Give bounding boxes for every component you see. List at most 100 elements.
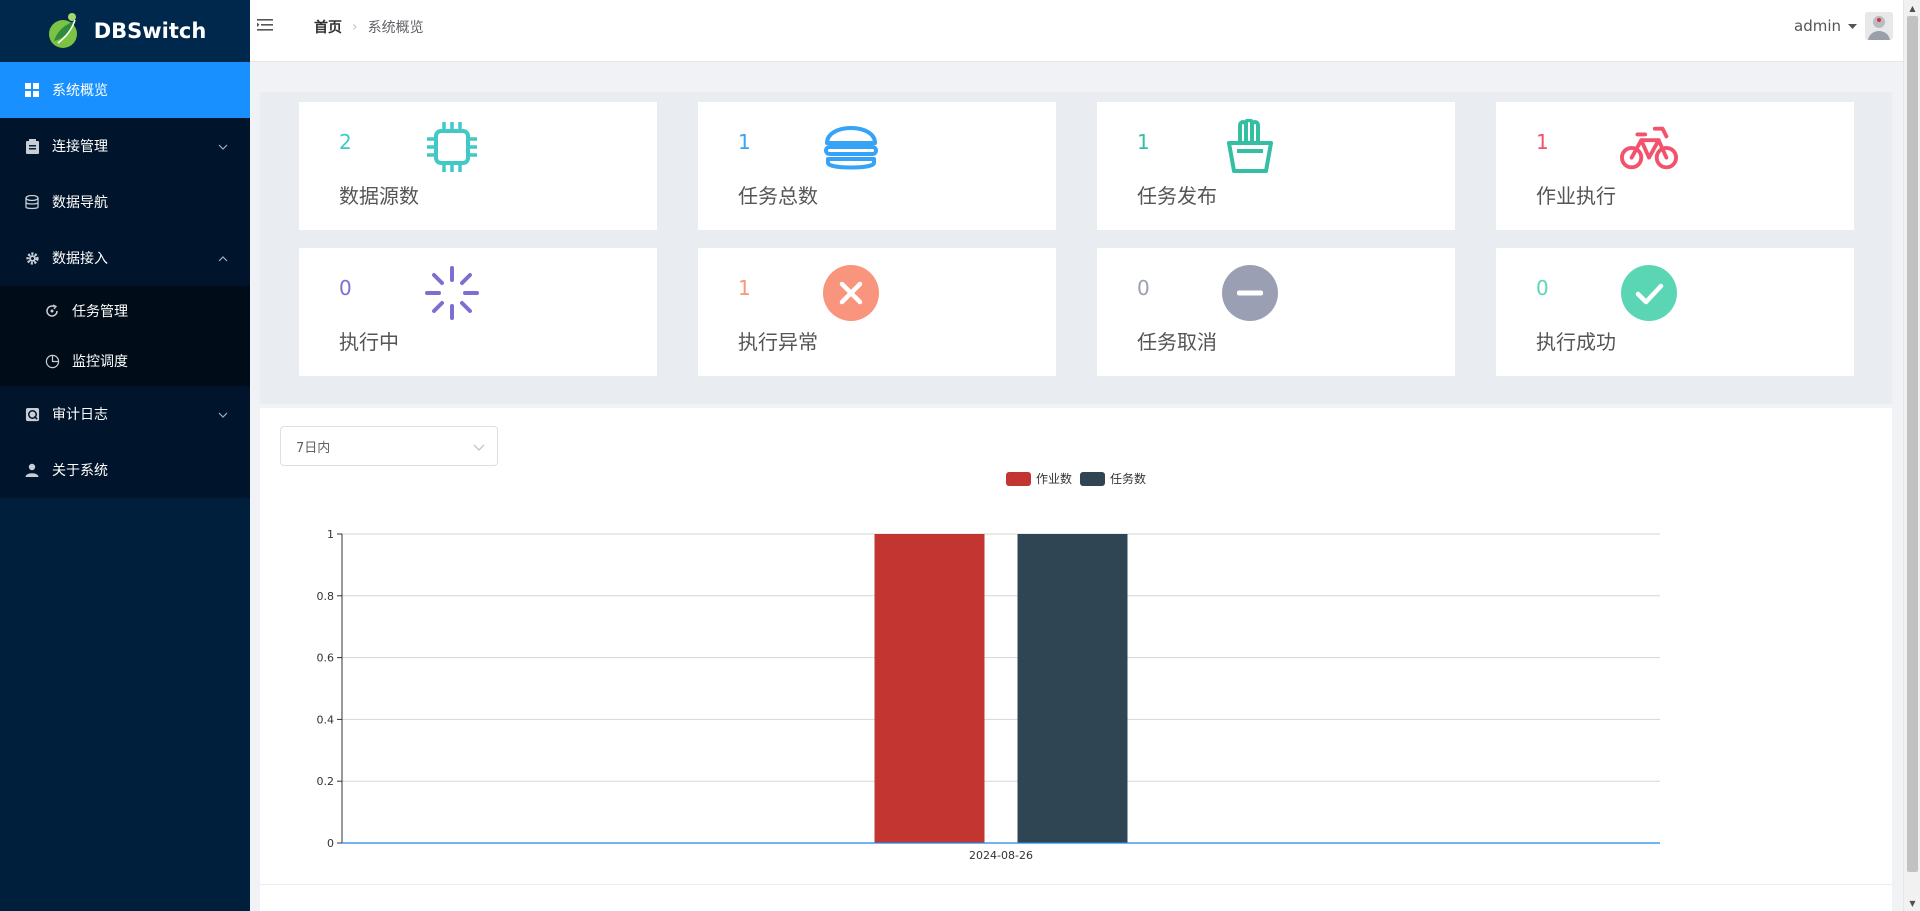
stat-label: 执行异常 [738,330,818,354]
x-tick-label: 2024-08-26 [969,849,1033,862]
scroll-down-icon[interactable]: ▼ [1904,895,1920,911]
audit-icon [24,406,40,422]
check-icon [1620,264,1678,322]
breadcrumb-separator-icon: › [352,19,358,35]
legend-label: 任务数 [1110,472,1147,486]
username: admin [1794,17,1841,35]
bicycle-icon [1620,118,1678,176]
app-name: DBSwitch [93,19,207,43]
sidebar-item-connections[interactable]: 连接管理 [0,118,250,174]
breadcrumb-home[interactable]: 首页 [314,17,342,37]
sidebar-item-label: 任务管理 [72,304,128,320]
date-range-value: 7日内 [296,440,331,456]
burger-icon [822,118,880,176]
stat-label: 数据源数 [339,184,419,208]
stat-value: 0 [1137,276,1150,300]
chevron-down-icon [473,441,485,456]
avatar[interactable] [1865,12,1893,40]
y-tick-label: 0 [327,837,334,850]
scrollbar-thumb[interactable] [1907,16,1918,872]
stat-value: 2 [339,130,352,154]
stat-label: 作业执行 [1536,184,1616,208]
stat-label: 执行成功 [1536,330,1616,354]
clipboard-icon [24,138,40,154]
sidebar-item-data-ingest[interactable]: 数据接入 [0,230,250,286]
chevron-down-icon [218,406,228,422]
y-tick-label: 0.8 [317,590,335,603]
pie-icon [44,353,60,369]
stat-value: 1 [1137,130,1150,154]
legend-swatch [1080,471,1105,486]
sidebar-item-label: 监控调度 [72,354,128,370]
stat-card-success[interactable]: 0 执行成功 [1496,248,1854,376]
date-range-select[interactable]: 7日内 [280,426,498,466]
sidebar-item-label: 连接管理 [52,139,108,155]
stat-label: 任务发布 [1137,184,1217,208]
legend-label: 作业数 [1035,472,1072,486]
spinner-icon [423,264,481,322]
sidebar-item-label: 审计日志 [52,407,108,423]
bar-chart: 0 0.2 0.4 0.6 0.8 1 2024-08-26 [317,528,1660,862]
legend-item-tasks[interactable]: 任务数 [1080,470,1146,487]
dashboard-icon [24,82,40,98]
stat-label: 任务总数 [738,184,818,208]
gear-icon [24,250,40,266]
sidebar-item-about[interactable]: 关于系统 [0,442,250,498]
stat-value: 1 [738,130,751,154]
minus-icon [1221,264,1279,322]
y-tick-label: 1 [327,528,334,541]
chart-legend: 作业数 任务数 [260,470,1892,487]
stat-card-cancelled[interactable]: 0 任务取消 [1097,248,1455,376]
chevron-up-icon [218,250,228,266]
legend-swatch [1005,471,1031,486]
sidebar-item-audit-log[interactable]: 审计日志 [0,386,250,442]
user-icon [24,462,40,478]
legend-item-jobs[interactable]: 作业数 [1005,470,1072,487]
user-menu[interactable]: admin [1794,12,1893,40]
sidebar-item-monitoring[interactable]: 监控调度 [0,336,250,386]
bar-jobs [874,534,985,843]
stat-value: 0 [339,276,352,300]
vertical-scrollbar[interactable]: ▲ ▼ [1903,0,1920,911]
chip-icon [423,118,481,176]
error-icon [822,264,880,322]
panel-divider [260,884,1892,885]
stat-card-datasources[interactable]: 2 数据源数 [299,102,657,230]
sidebar-item-label: 数据接入 [52,251,108,267]
stat-card-errors[interactable]: 1 执行异常 [698,248,1056,376]
top-header: 首页 › 系统概览 admin [250,0,1903,62]
stat-value: 1 [738,276,751,300]
sidebar: DBSwitch 系统概览 连接管理 数据导航 数据接入 任务管理 监控调度 审… [0,0,250,911]
scroll-up-icon[interactable]: ▲ [1904,0,1920,16]
stats-panel: 2 数据源数 1 任务总数 1 任务发布 1 作业执行 0 执行中 1 执行异常… [260,92,1892,404]
sidebar-item-data-navigation[interactable]: 数据导航 [0,174,250,230]
app-logo[interactable]: DBSwitch [0,0,250,62]
breadcrumb: 首页 › 系统概览 [314,17,424,37]
stat-label: 执行中 [339,330,399,354]
sidebar-item-label: 系统概览 [52,83,108,99]
stat-card-jobs-executed[interactable]: 1 作业执行 [1496,102,1854,230]
sidebar-item-label: 关于系统 [52,463,108,479]
stat-label: 任务取消 [1137,330,1217,354]
stat-value: 1 [1536,130,1549,154]
database-icon [24,194,40,210]
y-tick-label: 0.4 [317,713,335,726]
breadcrumb-current: 系统概览 [367,20,424,36]
bar-tasks [1017,534,1128,843]
stat-card-tasks-published[interactable]: 1 任务发布 [1097,102,1455,230]
fries-icon [1221,118,1279,176]
chevron-down-icon [218,138,228,154]
y-tick-label: 0.6 [317,652,335,665]
stat-card-running[interactable]: 0 执行中 [299,248,657,376]
menu-toggle-icon[interactable] [256,16,274,38]
sidebar-item-label: 数据导航 [52,195,108,211]
y-tick-label: 0.2 [317,775,335,788]
leaf-logo-icon [48,13,77,48]
stat-value: 0 [1536,276,1549,300]
refresh-icon [44,303,60,319]
sidebar-item-task-management[interactable]: 任务管理 [0,286,250,336]
main-content: 2 数据源数 1 任务总数 1 任务发布 1 作业执行 0 执行中 1 执行异常… [250,62,1903,911]
chart-panel: 7日内 作业数 任务数 0 0.2 0.4 0.6 0.8 1 2024-08-26 [260,408,1892,911]
stat-card-tasks-total[interactable]: 1 任务总数 [698,102,1056,230]
sidebar-item-overview[interactable]: 系统概览 [0,62,250,118]
